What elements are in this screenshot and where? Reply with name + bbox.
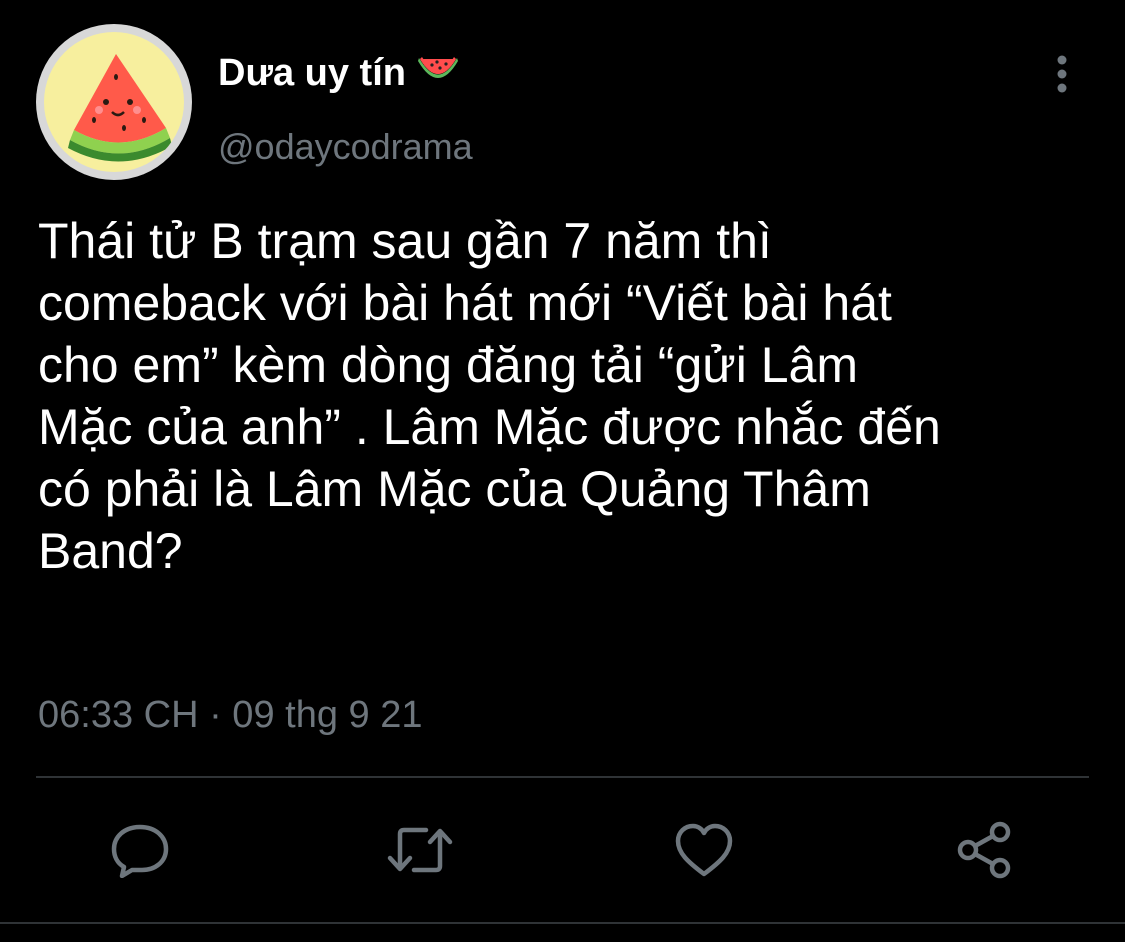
reply-icon — [110, 822, 170, 883]
like-icon — [674, 822, 734, 883]
avatar[interactable] — [36, 24, 192, 180]
bottom-divider — [0, 922, 1125, 924]
retweet-icon — [386, 822, 454, 883]
share-button[interactable] — [954, 820, 1018, 884]
divider — [36, 776, 1089, 778]
tweet-text: Thái tử B trạm sau gần 7 năm thì comebac… — [38, 213, 941, 579]
reply-button[interactable] — [108, 820, 172, 884]
tweet-timestamp[interactable]: 06:33 CH · 09 thg 9 21 — [38, 694, 422, 737]
display-name-text: Dưa uy tín — [218, 52, 406, 94]
more-options-button[interactable] — [1044, 52, 1080, 100]
share-icon — [956, 820, 1016, 885]
more-vertical-icon — [1055, 54, 1069, 99]
like-button[interactable] — [672, 820, 736, 884]
display-name[interactable]: Dưa uy tín — [218, 52, 458, 95]
handle[interactable]: @odaycodrama — [218, 126, 473, 168]
watermelon-avatar-icon — [44, 32, 184, 172]
retweet-button[interactable] — [386, 820, 454, 884]
watermelon-icon — [417, 52, 458, 95]
